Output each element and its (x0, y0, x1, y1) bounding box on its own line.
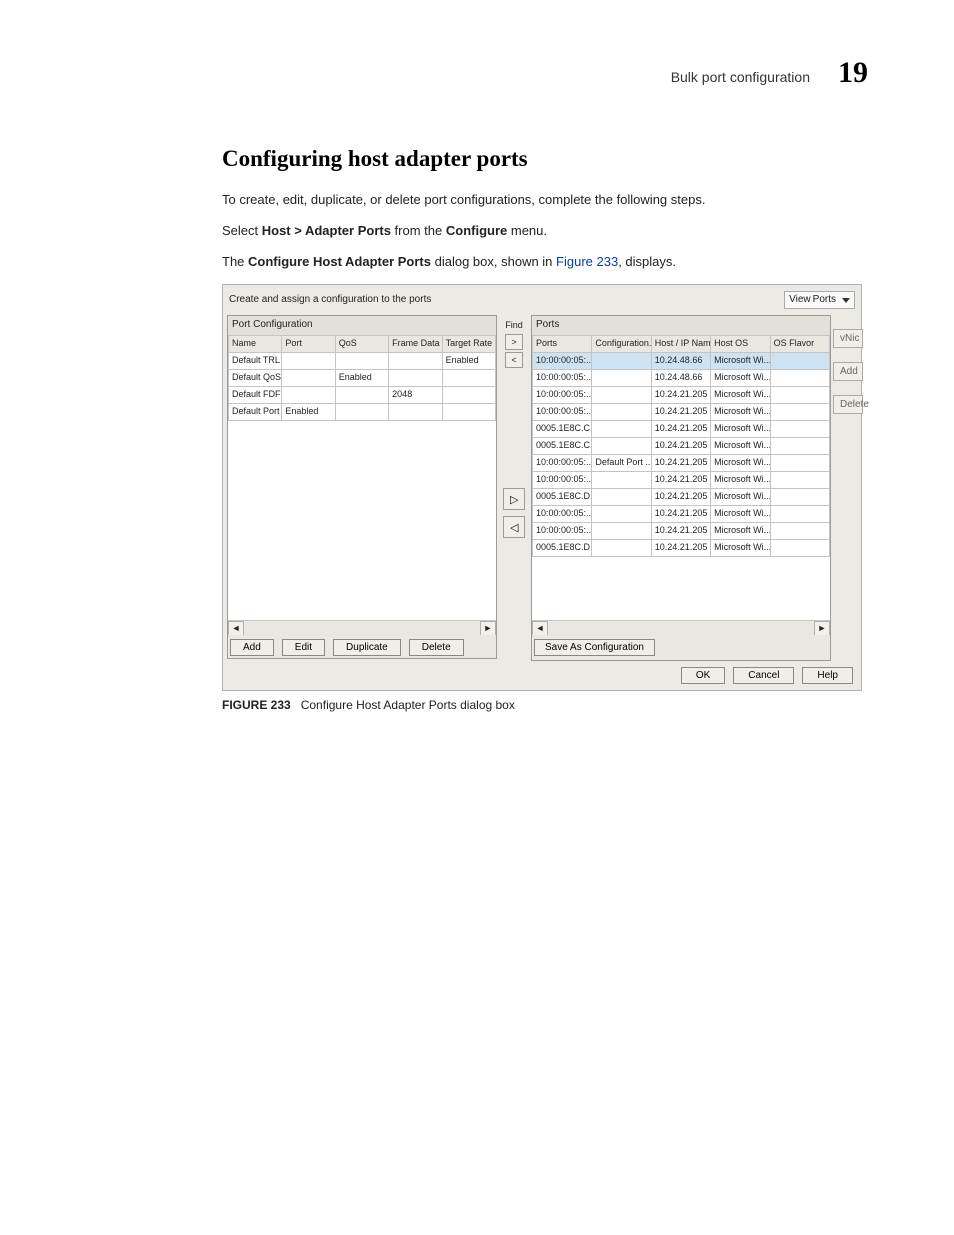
chapter-number: 19 (838, 56, 868, 90)
find-next-icon[interactable]: > (505, 334, 523, 350)
table-row[interactable]: Default QoS ...Enabled (229, 369, 496, 386)
scroll-left-icon[interactable]: ◄ (228, 621, 244, 635)
table-row[interactable]: 10:00:00:05:...10.24.21.205Microsoft Wi.… (533, 403, 830, 420)
duplicate-button[interactable]: Duplicate (333, 639, 401, 656)
figure-reference-paragraph: The Configure Host Adapter Ports dialog … (222, 253, 874, 272)
column-header[interactable]: Configuration... (592, 335, 651, 352)
horizontal-scrollbar[interactable]: ◄ ► (228, 620, 496, 635)
column-header[interactable]: Port (282, 335, 335, 352)
configure-host-adapter-ports-dialog: Create and assign a configuration to the… (222, 284, 862, 691)
delete-button[interactable]: Delete (409, 639, 464, 656)
ports-table[interactable]: PortsConfiguration...Host / IP NameHost … (532, 335, 830, 557)
column-header[interactable]: Target Rate (442, 335, 495, 352)
table-row[interactable]: Default TRL ...Enabled (229, 352, 496, 369)
table-row[interactable]: 10:00:00:05:...Default Port ...10.24.21.… (533, 454, 830, 471)
table-row[interactable]: 10:00:00:05:...10.24.21.205Microsoft Wi.… (533, 522, 830, 539)
chevron-down-icon (842, 298, 850, 303)
side-add-button[interactable]: Add (833, 362, 863, 381)
table-row[interactable]: 10:00:00:05:...10.24.21.205Microsoft Wi.… (533, 505, 830, 522)
step-paragraph: Select Host > Adapter Ports from the Con… (222, 222, 874, 241)
scroll-right-icon[interactable]: ► (814, 621, 830, 635)
dialog-instruction: Create and assign a configuration to the… (229, 293, 431, 308)
cancel-button[interactable]: Cancel (733, 667, 794, 684)
table-row[interactable]: Default Port ...Enabled (229, 403, 496, 420)
save-as-configuration-button[interactable]: Save As Configuration (534, 639, 655, 656)
section-title: Bulk port configuration (671, 69, 810, 85)
horizontal-scrollbar[interactable]: ◄ ► (532, 620, 830, 635)
find-prev-icon[interactable]: < (505, 352, 523, 368)
add-button[interactable]: Add (230, 639, 274, 656)
column-header[interactable]: Ports (533, 335, 592, 352)
table-row[interactable]: 0005.1E8C.D...10.24.21.205Microsoft Wi..… (533, 539, 830, 556)
ok-button[interactable]: OK (681, 667, 725, 684)
assign-left-button[interactable]: ◁ (503, 516, 525, 538)
scroll-right-icon[interactable]: ► (480, 621, 496, 635)
column-header[interactable]: Frame Data ... (389, 335, 442, 352)
figure-link[interactable]: Figure 233 (556, 254, 618, 269)
port-configuration-panel: Port Configuration NamePortQoSFrame Data… (227, 315, 497, 659)
column-header[interactable]: OS Flavor (770, 335, 829, 352)
find-label: Find (505, 319, 523, 332)
table-row[interactable]: 10:00:00:05:...10.24.48.66Microsoft Wi..… (533, 352, 830, 369)
scroll-left-icon[interactable]: ◄ (532, 621, 548, 635)
help-button[interactable]: Help (802, 667, 853, 684)
view-dropdown[interactable]: View Ports (784, 291, 855, 310)
table-row[interactable]: Default FDFS...2048 (229, 386, 496, 403)
table-row[interactable]: 0005.1E8C.C...10.24.21.205Microsoft Wi..… (533, 437, 830, 454)
table-row[interactable]: 10:00:00:05:...10.24.48.66Microsoft Wi..… (533, 369, 830, 386)
column-header[interactable]: Host OS (711, 335, 770, 352)
page-header: Bulk port configuration 19 (80, 56, 874, 90)
table-row[interactable]: 0005.1E8C.C...10.24.21.205Microsoft Wi..… (533, 420, 830, 437)
port-configuration-table[interactable]: NamePortQoSFrame Data ...Target Rate Def… (228, 335, 496, 421)
vnic-button[interactable]: vNic (833, 329, 863, 348)
ports-panel-title: Ports (532, 316, 830, 335)
figure-caption: FIGURE 233 Configure Host Adapter Ports … (222, 697, 874, 714)
page-heading: Configuring host adapter ports (222, 142, 874, 175)
column-header[interactable]: Name (229, 335, 282, 352)
column-header[interactable]: QoS (335, 335, 388, 352)
table-row[interactable]: 10:00:00:05:...10.24.21.205Microsoft Wi.… (533, 386, 830, 403)
assign-right-button[interactable]: ▷ (503, 488, 525, 510)
edit-button[interactable]: Edit (282, 639, 325, 656)
port-configuration-title: Port Configuration (228, 316, 496, 335)
column-header[interactable]: Host / IP Name (651, 335, 710, 352)
table-row[interactable]: 0005.1E8C.D...10.24.21.205Microsoft Wi..… (533, 488, 830, 505)
side-delete-button[interactable]: Delete (833, 395, 863, 414)
intro-paragraph: To create, edit, duplicate, or delete po… (222, 191, 874, 210)
ports-panel: Ports PortsConfiguration...Host / IP Nam… (531, 315, 831, 661)
table-row[interactable]: 10:00:00:05:...10.24.21.205Microsoft Wi.… (533, 471, 830, 488)
